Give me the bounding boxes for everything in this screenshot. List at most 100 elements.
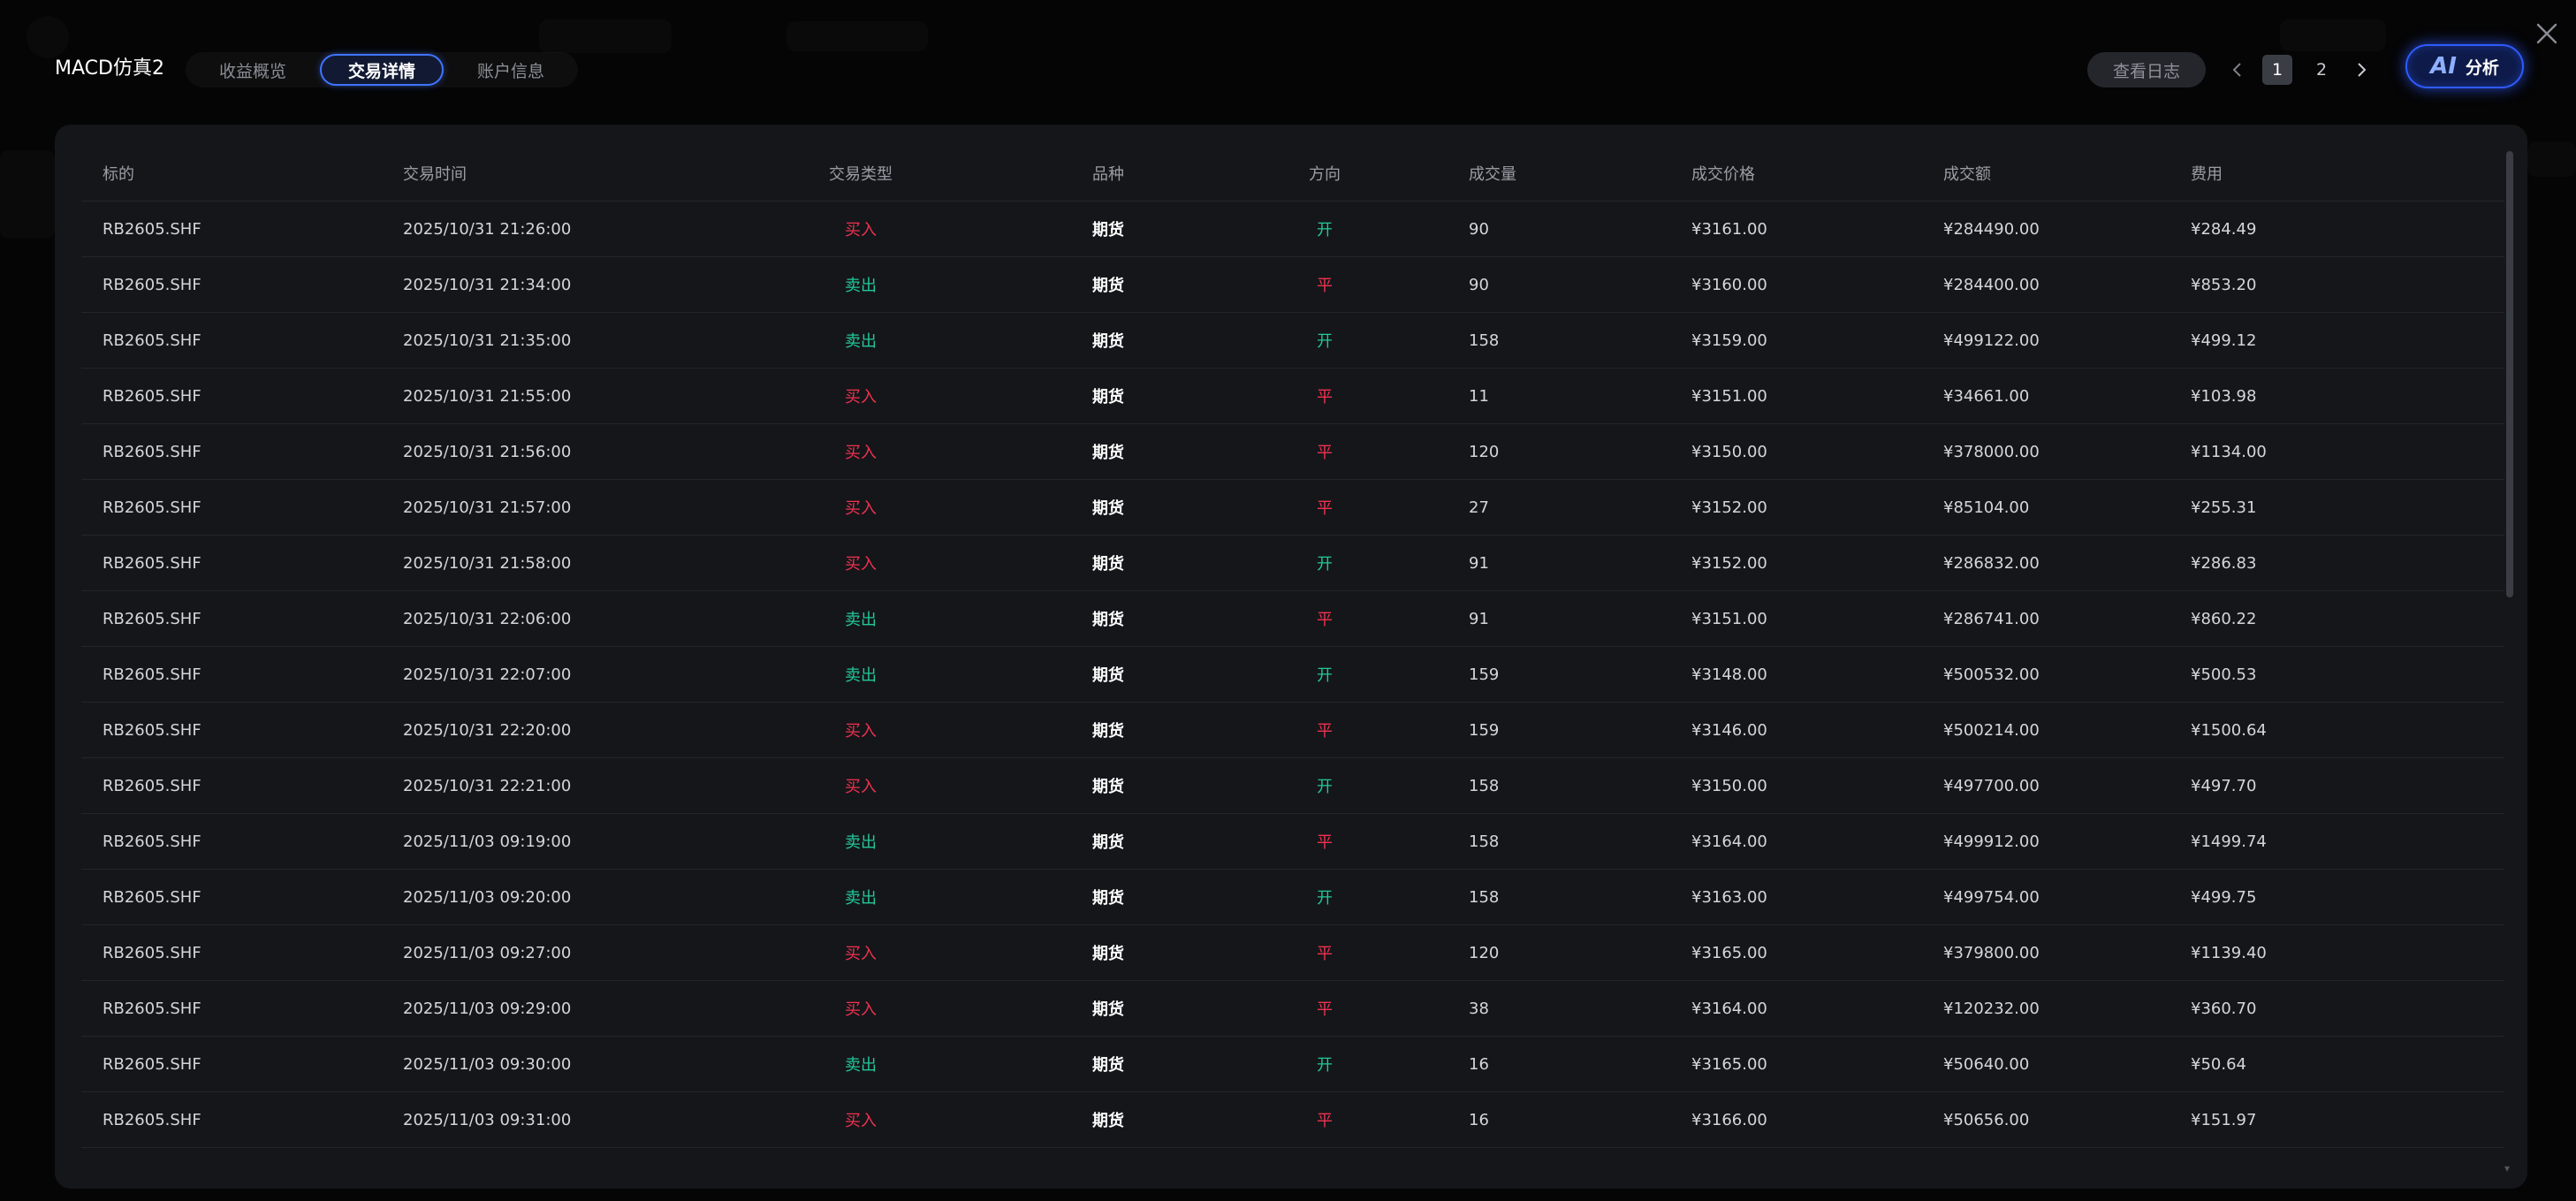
cell-trade-time: 2025/10/31 21:58:00 <box>403 553 572 573</box>
cell-instrument-kind: 期货 <box>1092 555 1124 574</box>
cell-direction: 开 <box>1317 666 1333 685</box>
cell-volume: 120 <box>1469 943 1500 962</box>
cell-symbol: RB2605.SHF <box>103 776 201 795</box>
cell-trade-time: 2025/10/31 21:56:00 <box>403 442 572 461</box>
table-row: RB2605.SHF 2025/11/03 09:29:00 买入 期货 平 38 ¥316… <box>81 981 2504 1037</box>
table-row: RB2605.SHF 2025/11/03 09:30:00 卖出 期货 开 16 ¥316… <box>81 1037 2504 1092</box>
column-header-instrument-kind: 品种 <box>1092 165 1124 184</box>
cell-trade-type: 买入 <box>845 1000 877 1019</box>
cell-direction: 开 <box>1317 889 1333 908</box>
next-page-button[interactable] <box>2351 56 2372 84</box>
cell-direction: 开 <box>1317 221 1333 239</box>
scroll-down-icon[interactable]: ▾ <box>2504 1162 2510 1174</box>
cell-symbol: RB2605.SHF <box>103 832 201 851</box>
cell-amount: ¥286741.00 <box>1943 609 2040 628</box>
cell-symbol: RB2605.SHF <box>103 386 201 406</box>
cell-direction: 平 <box>1317 945 1333 963</box>
page-1-button[interactable]: 1 <box>2262 55 2292 85</box>
cell-price: ¥3152.00 <box>1691 498 1767 517</box>
cell-fee: ¥499.75 <box>2191 887 2257 907</box>
cell-amount: ¥500532.00 <box>1943 665 2040 684</box>
cell-fee: ¥103.98 <box>2191 386 2257 406</box>
cell-direction: 平 <box>1317 1112 1333 1130</box>
cell-amount: ¥497700.00 <box>1943 776 2040 795</box>
cell-instrument-kind: 期货 <box>1092 778 1124 796</box>
cell-price: ¥3164.00 <box>1691 832 1767 851</box>
cell-symbol: RB2605.SHF <box>103 331 201 350</box>
table-row: RB2605.SHF 2025/10/31 21:26:00 买入 期货 开 90 ¥316… <box>81 201 2504 257</box>
cell-trade-time: 2025/10/31 22:20:00 <box>403 720 572 740</box>
cell-trade-type: 卖出 <box>845 332 877 351</box>
cell-trade-type: 买入 <box>845 444 877 462</box>
page-title: MACD仿真2 <box>55 57 164 80</box>
cell-trade-type: 买入 <box>845 388 877 407</box>
cell-symbol: RB2605.SHF <box>103 442 201 461</box>
cell-direction: 平 <box>1317 388 1333 407</box>
cell-instrument-kind: 期货 <box>1092 444 1124 462</box>
cell-trade-type: 卖出 <box>845 277 877 295</box>
cell-volume: 90 <box>1469 219 1489 239</box>
cell-volume: 158 <box>1469 331 1500 350</box>
column-header-trade-type: 交易类型 <box>829 165 893 184</box>
cell-volume: 27 <box>1469 498 1489 517</box>
cell-volume: 16 <box>1469 1110 1489 1129</box>
table-row: RB2605.SHF 2025/11/03 09:27:00 买入 期货 平 120 ¥31… <box>81 925 2504 981</box>
cell-symbol: RB2605.SHF <box>103 219 201 239</box>
table-header: 标的 交易时间 交易类型 品种 方向 成交量 成交价格 成交额 费用 <box>81 146 2504 201</box>
cell-volume: 11 <box>1469 386 1489 406</box>
cell-amount: ¥499912.00 <box>1943 832 2040 851</box>
cell-fee: ¥151.97 <box>2191 1110 2257 1129</box>
prev-page-button[interactable] <box>2227 56 2248 84</box>
cell-volume: 159 <box>1469 665 1500 684</box>
cell-volume: 91 <box>1469 609 1489 628</box>
cell-instrument-kind: 期货 <box>1092 1000 1124 1019</box>
cell-amount: ¥50640.00 <box>1943 1054 2030 1074</box>
chevron-right-icon <box>2358 63 2367 77</box>
cell-price: ¥3160.00 <box>1691 275 1767 294</box>
tab-account-info[interactable]: 账户信息 <box>451 54 571 86</box>
view-log-button[interactable]: 查看日志 <box>2087 52 2206 87</box>
trade-details-panel: 标的 交易时间 交易类型 品种 方向 成交量 成交价格 成交额 费用 RB260… <box>55 125 2527 1189</box>
cell-amount: ¥284490.00 <box>1943 219 2040 239</box>
cell-trade-type: 买入 <box>845 499 877 518</box>
cell-amount: ¥378000.00 <box>1943 442 2040 461</box>
cell-price: ¥3148.00 <box>1691 665 1767 684</box>
cell-volume: 91 <box>1469 553 1489 573</box>
cell-trade-type: 卖出 <box>845 611 877 629</box>
table-row: RB2605.SHF 2025/10/31 21:55:00 买入 期货 平 11 ¥315… <box>81 369 2504 424</box>
cell-fee: ¥499.12 <box>2191 331 2257 350</box>
ai-analysis-button[interactable]: AI 分析 <box>2405 44 2524 88</box>
cell-symbol: RB2605.SHF <box>103 943 201 962</box>
cell-direction: 平 <box>1317 499 1333 518</box>
cell-volume: 158 <box>1469 832 1500 851</box>
column-header-volume: 成交量 <box>1469 165 1516 184</box>
cell-direction: 开 <box>1317 555 1333 574</box>
scrollbar-thumb[interactable] <box>2506 151 2513 597</box>
cell-trade-time: 2025/11/03 09:31:00 <box>403 1110 572 1129</box>
cell-trade-type: 买入 <box>845 1112 877 1130</box>
cell-price: ¥3164.00 <box>1691 999 1767 1018</box>
cell-trade-time: 2025/10/31 22:21:00 <box>403 776 572 795</box>
cell-trade-time: 2025/10/31 21:35:00 <box>403 331 572 350</box>
cell-symbol: RB2605.SHF <box>103 720 201 740</box>
cell-volume: 158 <box>1469 776 1500 795</box>
tab-profit-overview[interactable]: 收益概览 <box>193 54 313 86</box>
cell-symbol: RB2605.SHF <box>103 887 201 907</box>
cell-amount: ¥286832.00 <box>1943 553 2040 573</box>
table-row: RB2605.SHF 2025/10/31 21:34:00 卖出 期货 平 90 ¥316… <box>81 257 2504 313</box>
page-2-button[interactable]: 2 <box>2306 55 2337 85</box>
cell-instrument-kind: 期货 <box>1092 945 1124 963</box>
cell-fee: ¥1499.74 <box>2191 832 2267 851</box>
cell-direction: 平 <box>1317 611 1333 629</box>
cell-symbol: RB2605.SHF <box>103 1110 201 1129</box>
column-header-fee: 费用 <box>2191 165 2223 184</box>
cell-amount: ¥50656.00 <box>1943 1110 2030 1129</box>
cell-price: ¥3165.00 <box>1691 943 1767 962</box>
table-scrollbar[interactable]: ▾ <box>2504 151 2513 1174</box>
cell-amount: ¥499754.00 <box>1943 887 2040 907</box>
cell-symbol: RB2605.SHF <box>103 553 201 573</box>
cell-instrument-kind: 期货 <box>1092 499 1124 518</box>
tab-trade-details[interactable]: 交易详情 <box>320 54 445 86</box>
close-button[interactable] <box>2529 16 2565 51</box>
cell-fee: ¥284.49 <box>2191 219 2257 239</box>
